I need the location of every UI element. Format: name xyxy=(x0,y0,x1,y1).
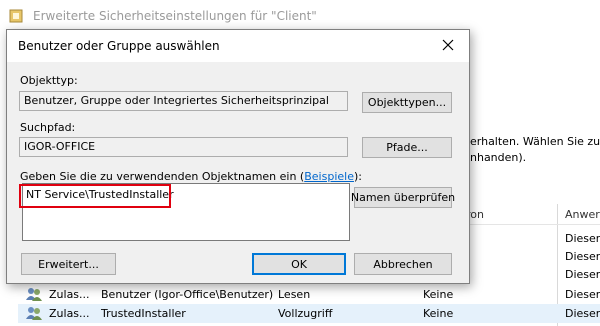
table-cell-applies: Dieser xyxy=(565,307,600,320)
check-names-button[interactable]: Namen überprüfen xyxy=(351,187,455,208)
table-cell-access: Lesen xyxy=(278,288,311,301)
table-header-divider xyxy=(461,224,600,225)
table-cell-principal: TrustedInstaller xyxy=(101,307,186,320)
object-names-input[interactable]: NT Service\TrustedInstaller xyxy=(22,183,350,241)
names-label-text: ): xyxy=(353,170,362,183)
background-window-title: Erweiterte Sicherheitseinstellungen für … xyxy=(33,9,317,23)
table-cell-applies: Dieser xyxy=(565,288,600,301)
close-icon xyxy=(442,39,454,54)
table-cell-type: Zulas... xyxy=(49,288,90,301)
table-cell-applies: Dieser xyxy=(565,232,600,245)
table-cell-principal: Benutzer (Igor-Office\Benutzer) xyxy=(101,288,274,301)
select-user-dialog: Benutzer oder Gruppe auswählen Objekttyp… xyxy=(6,29,470,284)
ok-button[interactable]: OK xyxy=(252,253,346,275)
users-icon xyxy=(25,305,43,324)
background-info-line: nhanden). xyxy=(470,151,527,164)
close-button[interactable] xyxy=(433,34,463,58)
advanced-button[interactable]: Erweitert... xyxy=(21,253,116,275)
users-icon xyxy=(25,286,43,305)
column-header-applies[interactable]: Anwer xyxy=(565,208,600,221)
security-app-icon xyxy=(8,8,24,24)
background-info-line: erhalten. Wählen Sie zum xyxy=(470,135,600,148)
path-label: Suchpfad: xyxy=(20,121,76,134)
dialog-title: Benutzer oder Gruppe auswählen xyxy=(18,39,220,53)
table-row[interactable]: Zulas... Benutzer (Igor-Office\Benutzer)… xyxy=(18,285,600,304)
table-cell-type: Zulas... xyxy=(49,307,90,320)
cancel-button[interactable]: Abbrechen xyxy=(354,253,452,275)
table-cell-inherited: Keine xyxy=(423,288,454,301)
table-cell-inherited: Keine xyxy=(423,307,454,320)
background-info-text: erhalten. Wählen Sie zum nhanden). xyxy=(470,134,600,166)
table-cell-applies: Dieser xyxy=(565,268,600,281)
names-label: Geben Sie die zu verwendenden Objektname… xyxy=(20,170,362,183)
objecttype-label: Objekttyp: xyxy=(20,74,78,87)
paths-button[interactable]: Pfade... xyxy=(362,137,452,158)
table-cell-applies: Dieser xyxy=(565,250,600,263)
objecttypes-button[interactable]: Objekttypen... xyxy=(362,92,452,113)
examples-link[interactable]: Beispiele xyxy=(304,170,354,183)
object-names-value: NT Service\TrustedInstaller xyxy=(26,188,174,201)
table-cell-access: Vollzugriff xyxy=(278,307,333,320)
path-field: IGOR-OFFICE xyxy=(19,137,348,157)
table-row[interactable]: Zulas... TrustedInstaller Vollzugriff Ke… xyxy=(18,304,600,323)
dialog-titlebar[interactable]: Benutzer oder Gruppe auswählen xyxy=(7,30,469,62)
names-label-text: Geben Sie die zu verwendenden Objektname… xyxy=(20,170,305,183)
objecttype-field: Benutzer, Gruppe oder Integriertes Siche… xyxy=(19,91,348,111)
